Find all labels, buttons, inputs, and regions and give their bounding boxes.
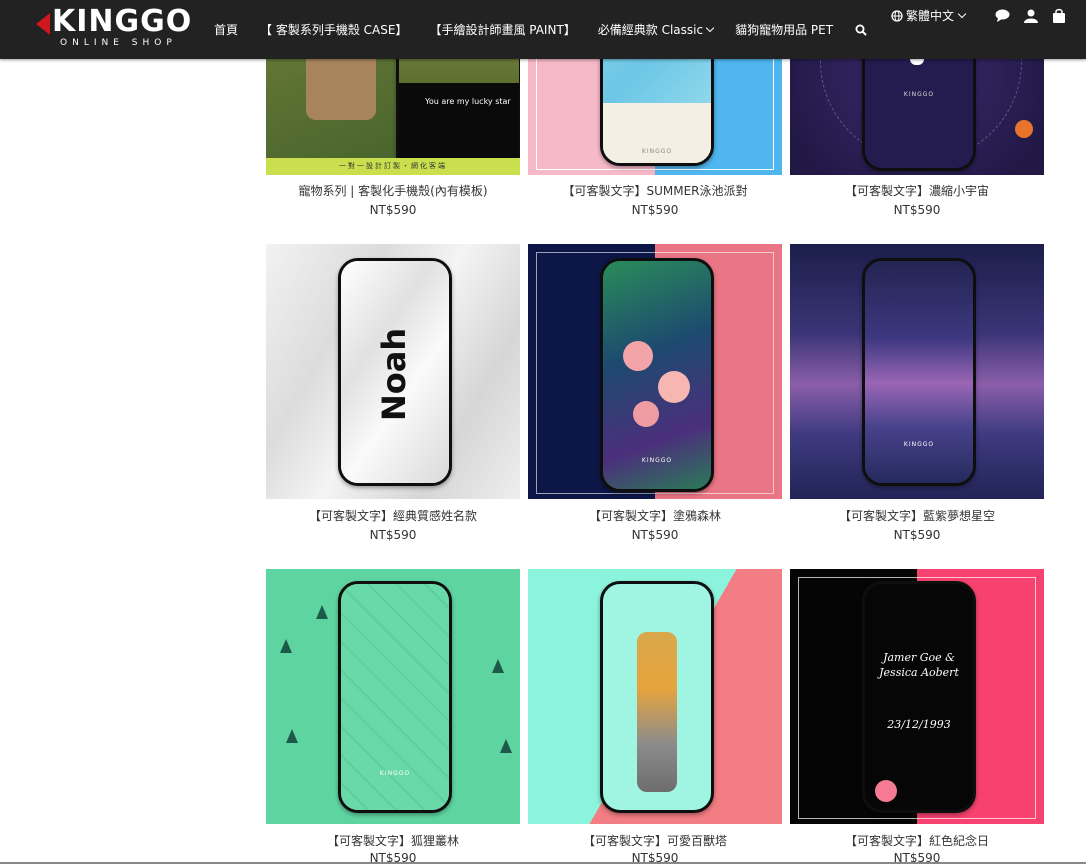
product-price: NT$590	[893, 203, 941, 217]
phone-couple-names: Jamer Goe & Jessica Aobert	[879, 651, 959, 679]
phone-case: KINGGO	[338, 581, 452, 813]
top-navbar: KINGGO ONLINE SHOP 首頁 【 客製系列手機殼 CASE】 【手…	[0, 0, 1086, 59]
product-image[interactable]: KINGGO	[266, 569, 520, 824]
product-image[interactable]: KINGGO	[528, 244, 782, 499]
nav-item-label: 【手繪設計師畫風 PAINT】	[429, 23, 576, 37]
flower-1	[623, 341, 653, 371]
brand-tagline: ONLINE SHOP	[60, 38, 177, 48]
search-button[interactable]	[855, 24, 867, 36]
product-banner: 一對一設計訂製・網化客端	[266, 158, 520, 175]
user-icon	[1024, 9, 1038, 23]
product-name[interactable]: 寵物系列 | 客製化手機殼(內有模板)	[266, 182, 520, 199]
product-price: NT$590	[369, 203, 417, 217]
phone-brand: KINGGO	[641, 148, 673, 155]
phone-text: You are my lucky star	[425, 97, 511, 106]
product-name[interactable]: 【可客製文字】塗鴉森林	[528, 507, 782, 524]
chevron-down-icon	[705, 23, 715, 32]
banner-text: 一對一設計訂製・網化客端	[339, 162, 447, 170]
header-tools: 繁體中文	[891, 7, 1066, 24]
product-name[interactable]: 【可客製文字】濃縮小宇宙	[790, 182, 1044, 199]
product-name[interactable]: 【可客製文字】可愛百獸塔	[528, 832, 782, 849]
product-name[interactable]: 【可客製文字】狐狸叢林	[266, 832, 520, 849]
product-image[interactable]: Noah	[266, 244, 520, 499]
phone-name-text: Noah	[375, 327, 413, 421]
language-selector[interactable]: 繁體中文	[891, 7, 967, 24]
main-nav: 首頁 【 客製系列手機殼 CASE】 【手繪設計師畫風 PAINT】 必備經典款…	[214, 0, 889, 59]
chevron-down-icon	[957, 9, 967, 18]
flower-3	[633, 401, 659, 427]
phone-brand: KINGGO	[379, 770, 411, 777]
phone-brand: KINGGO	[641, 457, 673, 464]
product-name[interactable]: 【可客製文字】SUMMER泳池派對	[528, 182, 782, 199]
sun-planet	[1015, 120, 1033, 138]
tree-icon	[286, 729, 298, 743]
phone-case: Noah	[338, 258, 452, 486]
product-image[interactable]	[528, 569, 782, 824]
product-image[interactable]: Jamer Goe & Jessica Aobert 23/12/1993	[790, 569, 1044, 824]
nav-item-label: 【 客製系列手機殼 CASE】	[260, 23, 408, 37]
tree-icon	[280, 639, 292, 653]
tree-icon	[316, 605, 328, 619]
product-price: NT$590	[631, 203, 679, 217]
product-price: NT$590	[893, 528, 941, 542]
product-image[interactable]: KINGGO	[790, 244, 1044, 499]
chat-button[interactable]	[995, 9, 1010, 22]
nav-item-pet[interactable]: 貓狗寵物用品 PET	[735, 21, 833, 38]
product-price: NT$590	[369, 528, 417, 542]
product-price: NT$590	[631, 528, 679, 542]
product-name[interactable]: 【可客製文字】藍紫夢想星空	[790, 507, 1044, 524]
brand-name: KINGGO	[52, 4, 193, 39]
phone-case: KINGGO	[600, 258, 714, 492]
cart-icon	[1053, 8, 1065, 23]
search-icon	[855, 24, 867, 36]
account-button[interactable]	[1024, 9, 1038, 23]
logo-arrow-icon	[36, 13, 50, 35]
flower-blossom	[875, 780, 897, 802]
tree-icon	[492, 659, 504, 673]
globe-icon	[891, 9, 903, 22]
nav-item-classic[interactable]: 必備經典款 Classic	[597, 21, 715, 38]
flower-2	[658, 371, 690, 403]
nav-item-home[interactable]: 首頁	[214, 21, 238, 38]
product-name[interactable]: 【可客製文字】經典質感姓名款	[266, 507, 520, 524]
phone-brand: KINGGO	[903, 441, 935, 448]
nav-item-label: 必備經典款 Classic	[597, 23, 704, 37]
cart-button[interactable]	[1052, 8, 1066, 23]
phone-case: KINGGO	[862, 258, 976, 486]
phone-brand: KINGGO	[903, 91, 935, 98]
nav-item-label: 貓狗寵物用品 PET	[735, 23, 834, 37]
brand-logo[interactable]: KINGGO ONLINE SHOP	[36, 4, 201, 52]
nav-item-label: 首頁	[214, 23, 239, 37]
phone-date: 23/12/1993	[887, 718, 951, 731]
language-label: 繁體中文	[905, 9, 954, 23]
tree-icon	[500, 739, 512, 753]
nav-item-case[interactable]: 【 客製系列手機殼 CASE】	[260, 21, 407, 38]
galaxy-pattern	[865, 261, 973, 483]
product-name[interactable]: 【可客製文字】紅色紀念日	[790, 832, 1044, 849]
animal-tower	[637, 632, 677, 792]
jungle-leaves	[603, 261, 711, 489]
phone-case	[600, 581, 714, 813]
phone-case: Jamer Goe & Jessica Aobert 23/12/1993	[862, 581, 976, 813]
nav-item-paint[interactable]: 【手繪設計師畫風 PAINT】	[429, 21, 575, 38]
chat-icon	[995, 9, 1010, 22]
